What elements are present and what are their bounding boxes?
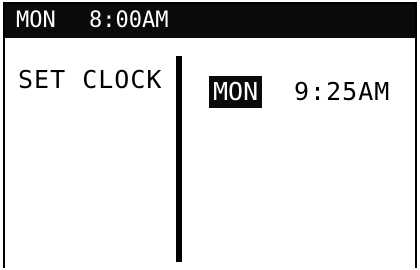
panel-divider (176, 56, 182, 262)
clock-time-field[interactable]: 9:25AM (294, 76, 390, 108)
current-time: 8:00AM (89, 8, 169, 33)
status-bar: MON 8:00AM (5, 4, 415, 38)
selected-day-field[interactable]: MON (209, 76, 263, 108)
current-day: MON (16, 8, 56, 33)
set-clock-menu-item[interactable]: SET CLOCK (18, 64, 162, 96)
lcd-screen: MON 8:00AM SET CLOCK MON 9:25AM (3, 2, 417, 268)
